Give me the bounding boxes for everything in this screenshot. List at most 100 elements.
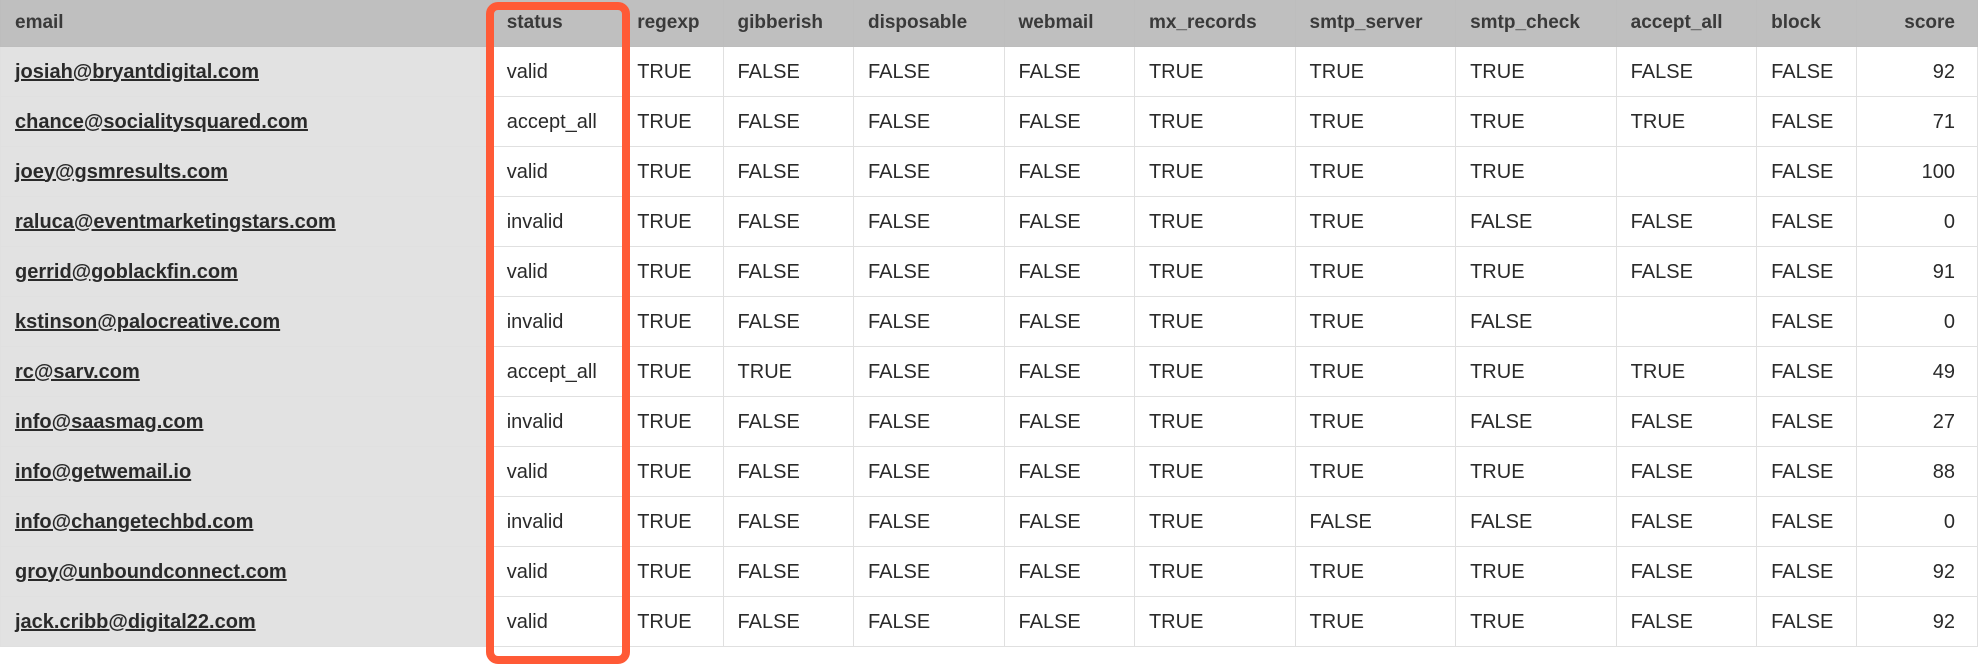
cell-accept_all[interactable]: FALSE bbox=[1616, 447, 1756, 497]
cell-gibberish[interactable]: FALSE bbox=[723, 47, 853, 97]
cell-email[interactable]: rc@sarv.com bbox=[1, 347, 493, 397]
cell-score[interactable]: 88 bbox=[1857, 447, 1978, 497]
col-header-regexp[interactable]: regexp bbox=[623, 0, 723, 47]
cell-regexp[interactable]: TRUE bbox=[623, 447, 723, 497]
cell-webmail[interactable]: FALSE bbox=[1004, 347, 1134, 397]
cell-smtp_server[interactable]: TRUE bbox=[1295, 147, 1456, 197]
cell-webmail[interactable]: FALSE bbox=[1004, 447, 1134, 497]
cell-gibberish[interactable]: FALSE bbox=[723, 597, 853, 647]
cell-gibberish[interactable]: FALSE bbox=[723, 547, 853, 597]
table-row[interactable]: joey@gsmresults.comvalidTRUEFALSEFALSEFA… bbox=[1, 147, 1978, 197]
cell-score[interactable]: 0 bbox=[1857, 197, 1978, 247]
cell-webmail[interactable]: FALSE bbox=[1004, 147, 1134, 197]
cell-accept_all[interactable]: FALSE bbox=[1616, 597, 1756, 647]
cell-accept_all[interactable]: FALSE bbox=[1616, 547, 1756, 597]
cell-mx_records[interactable]: TRUE bbox=[1134, 447, 1295, 497]
cell-webmail[interactable]: FALSE bbox=[1004, 47, 1134, 97]
cell-block[interactable]: FALSE bbox=[1757, 347, 1857, 397]
cell-score[interactable]: 0 bbox=[1857, 497, 1978, 547]
cell-regexp[interactable]: TRUE bbox=[623, 497, 723, 547]
cell-accept_all[interactable]: FALSE bbox=[1616, 47, 1756, 97]
cell-disposable[interactable]: FALSE bbox=[853, 147, 1004, 197]
cell-gibberish[interactable]: FALSE bbox=[723, 197, 853, 247]
cell-gibberish[interactable]: TRUE bbox=[723, 347, 853, 397]
cell-accept_all[interactable]: FALSE bbox=[1616, 397, 1756, 447]
cell-status[interactable]: invalid bbox=[492, 397, 622, 447]
cell-mx_records[interactable]: TRUE bbox=[1134, 147, 1295, 197]
cell-score[interactable]: 92 bbox=[1857, 47, 1978, 97]
cell-email[interactable]: kstinson@palocreative.com bbox=[1, 297, 493, 347]
cell-webmail[interactable]: FALSE bbox=[1004, 547, 1134, 597]
cell-smtp_check[interactable]: TRUE bbox=[1456, 347, 1617, 397]
col-header-webmail[interactable]: webmail bbox=[1004, 0, 1134, 47]
cell-smtp_server[interactable]: TRUE bbox=[1295, 297, 1456, 347]
cell-gibberish[interactable]: FALSE bbox=[723, 447, 853, 497]
cell-disposable[interactable]: FALSE bbox=[853, 347, 1004, 397]
table-row[interactable]: gerrid@goblackfin.comvalidTRUEFALSEFALSE… bbox=[1, 247, 1978, 297]
col-header-gibberish[interactable]: gibberish bbox=[723, 0, 853, 47]
table-row[interactable]: rc@sarv.comaccept_allTRUETRUEFALSEFALSET… bbox=[1, 347, 1978, 397]
cell-disposable[interactable]: FALSE bbox=[853, 247, 1004, 297]
cell-smtp_check[interactable]: FALSE bbox=[1456, 497, 1617, 547]
cell-webmail[interactable]: FALSE bbox=[1004, 247, 1134, 297]
cell-disposable[interactable]: FALSE bbox=[853, 297, 1004, 347]
cell-disposable[interactable]: FALSE bbox=[853, 447, 1004, 497]
cell-accept_all[interactable] bbox=[1616, 297, 1756, 347]
col-header-email[interactable]: email bbox=[1, 0, 493, 47]
cell-smtp_check[interactable]: TRUE bbox=[1456, 147, 1617, 197]
cell-accept_all[interactable]: TRUE bbox=[1616, 347, 1756, 397]
cell-disposable[interactable]: FALSE bbox=[853, 397, 1004, 447]
cell-mx_records[interactable]: TRUE bbox=[1134, 397, 1295, 447]
cell-accept_all[interactable]: FALSE bbox=[1616, 497, 1756, 547]
cell-block[interactable]: FALSE bbox=[1757, 497, 1857, 547]
cell-regexp[interactable]: TRUE bbox=[623, 397, 723, 447]
cell-smtp_server[interactable]: TRUE bbox=[1295, 597, 1456, 647]
cell-score[interactable]: 71 bbox=[1857, 97, 1978, 147]
cell-status[interactable]: valid bbox=[492, 597, 622, 647]
cell-regexp[interactable]: TRUE bbox=[623, 547, 723, 597]
cell-accept_all[interactable]: FALSE bbox=[1616, 247, 1756, 297]
cell-accept_all[interactable]: TRUE bbox=[1616, 97, 1756, 147]
table-row[interactable]: raluca@eventmarketingstars.cominvalidTRU… bbox=[1, 197, 1978, 247]
cell-block[interactable]: FALSE bbox=[1757, 297, 1857, 347]
cell-smtp_server[interactable]: TRUE bbox=[1295, 97, 1456, 147]
cell-disposable[interactable]: FALSE bbox=[853, 597, 1004, 647]
cell-status[interactable]: valid bbox=[492, 147, 622, 197]
cell-regexp[interactable]: TRUE bbox=[623, 197, 723, 247]
cell-block[interactable]: FALSE bbox=[1757, 247, 1857, 297]
cell-email[interactable]: gerrid@goblackfin.com bbox=[1, 247, 493, 297]
cell-block[interactable]: FALSE bbox=[1757, 97, 1857, 147]
col-header-disposable[interactable]: disposable bbox=[853, 0, 1004, 47]
cell-gibberish[interactable]: FALSE bbox=[723, 497, 853, 547]
cell-smtp_server[interactable]: FALSE bbox=[1295, 497, 1456, 547]
cell-mx_records[interactable]: TRUE bbox=[1134, 347, 1295, 397]
cell-status[interactable]: valid bbox=[492, 47, 622, 97]
cell-smtp_check[interactable]: FALSE bbox=[1456, 297, 1617, 347]
cell-status[interactable]: accept_all bbox=[492, 347, 622, 397]
cell-status[interactable]: valid bbox=[492, 547, 622, 597]
cell-smtp_server[interactable]: TRUE bbox=[1295, 197, 1456, 247]
cell-gibberish[interactable]: FALSE bbox=[723, 397, 853, 447]
cell-gibberish[interactable]: FALSE bbox=[723, 247, 853, 297]
col-header-acceptall[interactable]: accept_all bbox=[1616, 0, 1756, 47]
cell-score[interactable]: 92 bbox=[1857, 547, 1978, 597]
cell-status[interactable]: accept_all bbox=[492, 97, 622, 147]
col-header-smtpserver[interactable]: smtp_server bbox=[1295, 0, 1456, 47]
cell-score[interactable]: 92 bbox=[1857, 597, 1978, 647]
cell-smtp_check[interactable]: TRUE bbox=[1456, 597, 1617, 647]
cell-score[interactable]: 49 bbox=[1857, 347, 1978, 397]
cell-webmail[interactable]: FALSE bbox=[1004, 497, 1134, 547]
cell-mx_records[interactable]: TRUE bbox=[1134, 197, 1295, 247]
cell-regexp[interactable]: TRUE bbox=[623, 97, 723, 147]
cell-smtp_check[interactable]: TRUE bbox=[1456, 447, 1617, 497]
cell-smtp_server[interactable]: TRUE bbox=[1295, 547, 1456, 597]
cell-block[interactable]: FALSE bbox=[1757, 47, 1857, 97]
cell-regexp[interactable]: TRUE bbox=[623, 47, 723, 97]
cell-disposable[interactable]: FALSE bbox=[853, 47, 1004, 97]
cell-disposable[interactable]: FALSE bbox=[853, 547, 1004, 597]
cell-mx_records[interactable]: TRUE bbox=[1134, 97, 1295, 147]
cell-score[interactable]: 91 bbox=[1857, 247, 1978, 297]
cell-regexp[interactable]: TRUE bbox=[623, 297, 723, 347]
cell-gibberish[interactable]: FALSE bbox=[723, 297, 853, 347]
cell-block[interactable]: FALSE bbox=[1757, 597, 1857, 647]
